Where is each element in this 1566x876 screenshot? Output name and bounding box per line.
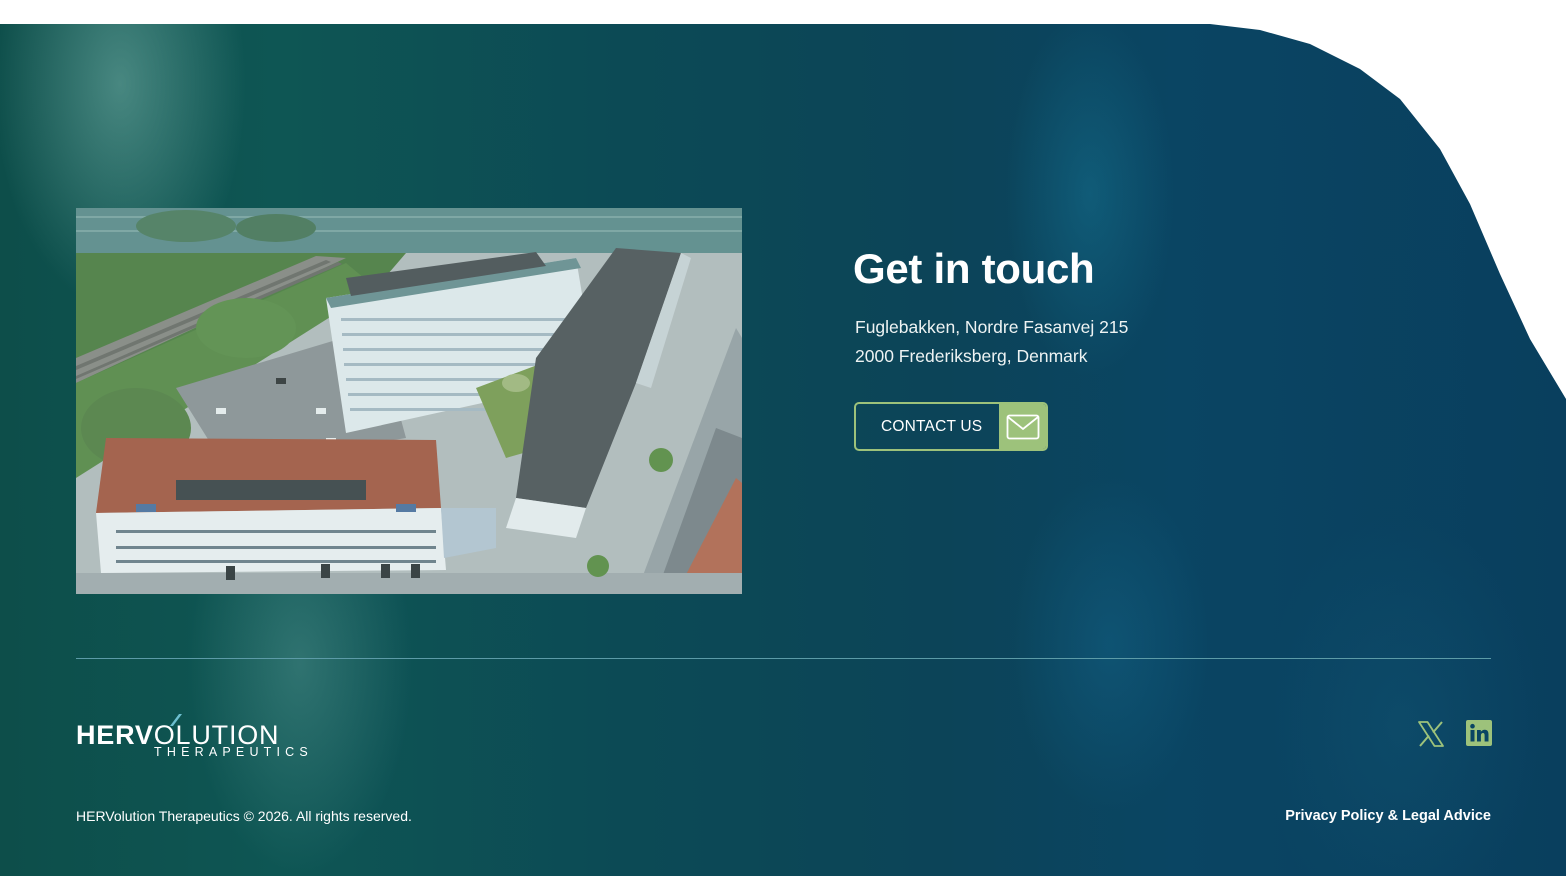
copyright-text: HERVolution Therapeutics © 2026. All rig… [76,808,412,824]
privacy-legal-link[interactable]: Privacy Policy & Legal Advice [1285,808,1491,824]
hervolution-logo[interactable]: HERVOLUTION THERAPEUTICS [76,712,316,762]
contact-section: Get in touch Fuglebakken, Nordre Fasanve… [853,243,1373,451]
footer-divider [76,658,1491,659]
logo-wordmark-bold: HERV [76,720,154,750]
address-line-1: Fuglebakken, Nordre Fasanvej 215 [855,317,1129,337]
contact-us-button[interactable]: CONTACT US [854,402,1048,451]
page: Get in touch Fuglebakken, Nordre Fasanve… [0,0,1566,876]
address-line-2: 2000 Frederiksberg, Denmark [855,346,1088,366]
linkedin-icon[interactable] [1466,720,1494,748]
logo-subtitle: THERAPEUTICS [154,745,313,759]
building-aerial-photo [76,208,742,594]
contact-heading: Get in touch [853,245,1095,292]
mail-icon [999,404,1046,449]
contact-us-label: CONTACT US [881,417,983,435]
address: Fuglebakken, Nordre Fasanvej 215 2000 Fr… [855,313,1373,371]
x-icon[interactable] [1417,720,1445,748]
